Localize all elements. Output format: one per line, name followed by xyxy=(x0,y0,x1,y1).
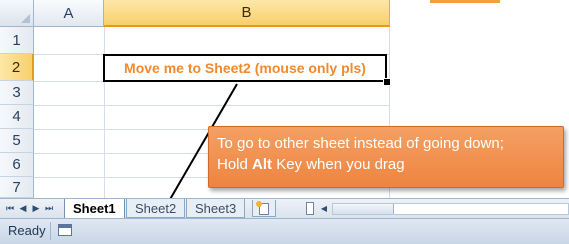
selection-accent xyxy=(430,0,500,3)
callout-line-1: To go to other sheet instead of going do… xyxy=(217,135,504,152)
row-header-5[interactable]: 5 xyxy=(0,129,34,153)
row-header-7[interactable]: 7 xyxy=(0,177,34,198)
active-cell-b2[interactable]: Move me to Sheet2 (mouse only pls) xyxy=(103,54,387,82)
horizontal-scroll-thumb[interactable] xyxy=(333,204,394,214)
next-sheet-button[interactable]: ▶ xyxy=(30,202,42,215)
tab-sheet2[interactable]: Sheet2 xyxy=(126,199,186,218)
tab-split-handle[interactable] xyxy=(306,202,314,215)
tab-sheet1[interactable]: Sheet1 xyxy=(64,199,125,219)
row-header-1[interactable]: 1 xyxy=(0,27,34,54)
status-bar: Ready xyxy=(0,218,569,244)
row-header-6[interactable]: 6 xyxy=(0,153,34,177)
callout-prefix: Hold xyxy=(217,156,253,173)
column-header-b[interactable]: B xyxy=(104,0,390,27)
record-macro-icon[interactable] xyxy=(58,224,72,236)
callout-alt-key: Alt xyxy=(252,156,273,173)
instruction-callout: To go to other sheet instead of going do… xyxy=(208,126,564,188)
row-header-3[interactable]: 3 xyxy=(0,81,34,105)
first-sheet-button[interactable]: ⏮ xyxy=(4,202,16,215)
new-star-icon xyxy=(256,201,262,207)
last-sheet-button[interactable]: ⏭ xyxy=(43,202,55,215)
insert-worksheet-button[interactable] xyxy=(252,200,276,217)
row-header-4[interactable]: 4 xyxy=(0,105,34,129)
gridline xyxy=(34,105,390,106)
tab-sheet3[interactable]: Sheet3 xyxy=(186,199,246,218)
gridline xyxy=(104,27,105,198)
horizontal-scrollbar[interactable] xyxy=(332,203,569,215)
callout-suffix: Key when you drag xyxy=(272,156,405,173)
column-header-a[interactable]: A xyxy=(34,0,104,27)
scroll-left-icon[interactable]: ◀ xyxy=(318,202,330,215)
status-separator xyxy=(50,222,51,240)
sheet-tab-bar: ⏮ ◀ ▶ ⏭ Sheet1 Sheet2 Sheet3 ◀ xyxy=(0,198,569,219)
select-all-corner[interactable] xyxy=(0,0,34,27)
callout-line-2: Hold Alt Key when you drag xyxy=(217,154,555,175)
row-header-2[interactable]: 2 xyxy=(0,54,34,81)
status-ready-text: Ready xyxy=(8,223,46,238)
previous-sheet-button[interactable]: ◀ xyxy=(17,202,29,215)
